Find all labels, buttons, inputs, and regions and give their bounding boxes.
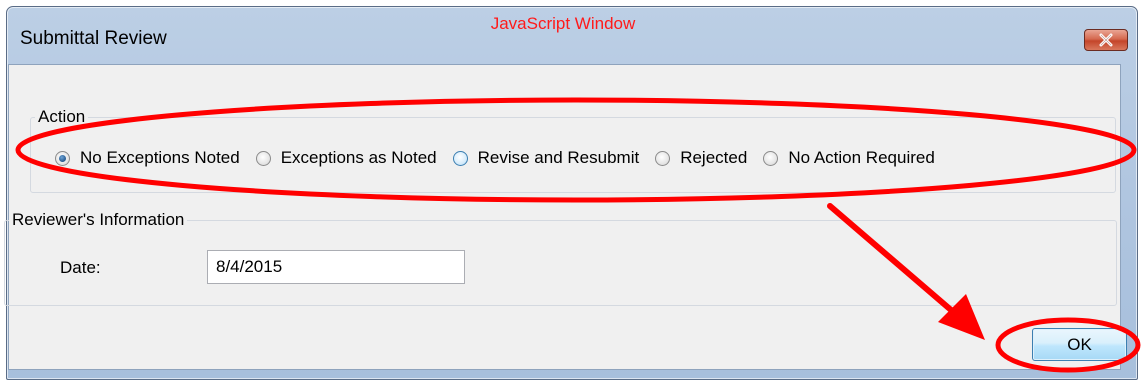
date-field[interactable] <box>207 250 465 284</box>
radio-label: Revise and Resubmit <box>477 148 640 167</box>
radio-label: No Action Required <box>788 148 935 167</box>
radio-label: Rejected <box>680 148 748 167</box>
reviewer-info-group: Reviewer's Information <box>4 210 1117 306</box>
radio-no-exceptions-noted[interactable]: No Exceptions Noted <box>55 148 240 168</box>
reviewer-legend: Reviewer's Information <box>12 210 185 229</box>
action-radio-row: No Exceptions Noted Exceptions as Noted … <box>55 148 951 168</box>
radio-no-action-required[interactable]: No Action Required <box>763 148 935 168</box>
radio-icon[interactable] <box>763 150 779 166</box>
radio-exceptions-as-noted[interactable]: Exceptions as Noted <box>255 148 437 168</box>
radio-icon[interactable] <box>55 150 70 166</box>
radio-rejected[interactable]: Rejected <box>655 148 747 168</box>
radio-icon[interactable] <box>655 150 671 166</box>
ok-button[interactable]: OK <box>1032 328 1127 361</box>
date-label: Date: <box>60 258 101 277</box>
radio-revise-and-resubmit[interactable]: Revise and Resubmit <box>452 148 640 168</box>
annotation-label: JavaScript Window <box>490 14 636 33</box>
radio-label: Exceptions as Noted <box>280 148 437 167</box>
close-icon <box>1099 33 1113 47</box>
action-legend: Action <box>38 107 86 126</box>
radio-label: No Exceptions Noted <box>80 148 240 167</box>
radio-icon[interactable] <box>452 150 468 166</box>
radio-selected-dot <box>59 154 66 162</box>
radio-icon[interactable] <box>255 150 271 166</box>
